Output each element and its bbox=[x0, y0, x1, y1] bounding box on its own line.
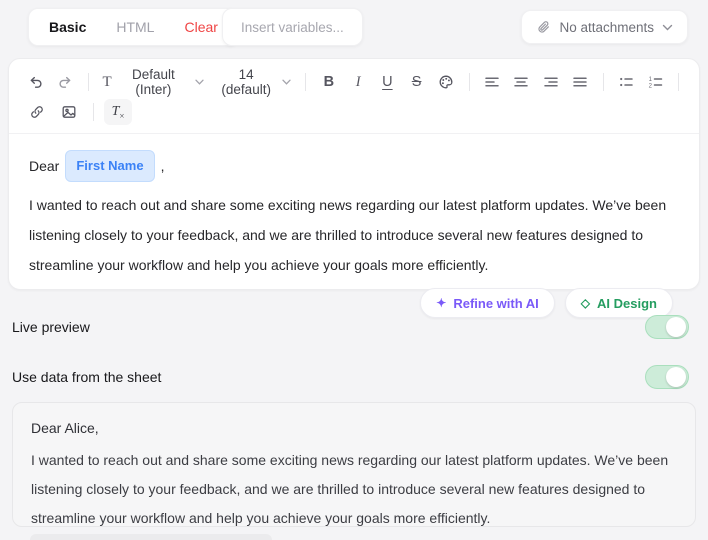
email-editor-panel: T Default (Inter) 14 (default) B I U S 1… bbox=[8, 58, 700, 318]
font-family-value: Default (Inter) bbox=[132, 67, 175, 97]
chevron-down-icon bbox=[662, 24, 673, 31]
toolbar-divider bbox=[305, 73, 307, 91]
clear-formatting-icon: T× bbox=[111, 103, 125, 121]
toolbar-divider bbox=[602, 73, 604, 91]
link-button[interactable] bbox=[23, 99, 51, 125]
underline-button[interactable]: U bbox=[375, 69, 400, 95]
preview-panel: Dear Alice, I wanted to reach out and sh… bbox=[12, 402, 696, 527]
link-icon bbox=[29, 104, 45, 120]
undo-button[interactable] bbox=[23, 69, 48, 95]
use-sheet-data-row: Use data from the sheet bbox=[12, 363, 689, 391]
live-preview-row: Live preview bbox=[12, 313, 689, 341]
bold-icon: B bbox=[323, 74, 335, 90]
paperclip-icon bbox=[536, 20, 551, 35]
insert-variables-placeholder: Insert variables... bbox=[241, 19, 344, 35]
editor-body-text[interactable]: I wanted to reach out and share some exc… bbox=[29, 190, 679, 280]
attachments-dropdown[interactable]: No attachments bbox=[521, 10, 688, 44]
chevron-down-icon bbox=[282, 79, 291, 85]
diamond-icon: ◇ bbox=[580, 296, 591, 310]
editor-content[interactable]: Dear First Name , I wanted to reach out … bbox=[9, 134, 699, 318]
formatting-toolbar: T Default (Inter) 14 (default) B I U S 1… bbox=[9, 59, 699, 134]
align-left-icon bbox=[484, 75, 500, 89]
numbered-list-icon: 12 bbox=[647, 75, 663, 89]
svg-text:1: 1 bbox=[649, 77, 653, 83]
redo-button[interactable] bbox=[52, 69, 77, 95]
redo-icon bbox=[57, 74, 73, 90]
toggle-knob bbox=[666, 367, 686, 387]
preview-salutation: Dear Alice, bbox=[31, 420, 99, 436]
strikethrough-button[interactable]: S bbox=[404, 69, 429, 95]
attachments-label: No attachments bbox=[559, 19, 654, 35]
svg-text:2: 2 bbox=[649, 84, 653, 89]
font-size-select[interactable]: 14 (default) bbox=[212, 67, 295, 97]
tab-clear[interactable]: Clear bbox=[184, 19, 217, 35]
live-preview-label: Live preview bbox=[12, 319, 90, 335]
font-family-select[interactable]: T Default (Inter) bbox=[99, 67, 209, 97]
insert-variables-field[interactable]: Insert variables... bbox=[222, 8, 363, 46]
preview-body-text: I wanted to reach out and share some exc… bbox=[31, 452, 669, 526]
toolbar-divider bbox=[93, 103, 94, 121]
toolbar-divider bbox=[678, 73, 679, 91]
ai-design-label: AI Design bbox=[597, 295, 657, 311]
clear-formatting-button[interactable]: T× bbox=[104, 99, 132, 125]
align-center-icon bbox=[513, 75, 529, 89]
align-right-icon bbox=[543, 75, 559, 89]
italic-icon: I bbox=[355, 73, 361, 90]
toolbar-divider bbox=[468, 73, 470, 91]
align-left-button[interactable] bbox=[480, 69, 505, 95]
live-preview-toggle[interactable] bbox=[645, 315, 689, 339]
bullet-list-button[interactable] bbox=[614, 69, 639, 95]
editor-mode-tabs: Basic HTML Clear bbox=[28, 8, 239, 46]
text-style-icon: T bbox=[102, 73, 112, 90]
align-center-button[interactable] bbox=[509, 69, 534, 95]
italic-button[interactable]: I bbox=[346, 69, 371, 95]
numbered-list-button[interactable]: 12 bbox=[643, 69, 668, 95]
salutation-prefix: Dear bbox=[29, 158, 60, 174]
tab-basic[interactable]: Basic bbox=[49, 19, 86, 35]
font-size-value: 14 (default) bbox=[221, 67, 271, 97]
use-sheet-data-label: Use data from the sheet bbox=[12, 369, 162, 385]
bullet-list-icon bbox=[618, 75, 634, 89]
tab-html[interactable]: HTML bbox=[116, 19, 154, 35]
palette-icon bbox=[438, 74, 454, 90]
strikethrough-icon: S bbox=[411, 74, 422, 90]
toolbar-divider bbox=[87, 73, 89, 91]
salutation-line: Dear First Name , bbox=[29, 150, 679, 182]
toggle-knob bbox=[666, 317, 686, 337]
align-right-button[interactable] bbox=[538, 69, 563, 95]
undo-icon bbox=[28, 74, 44, 90]
image-button[interactable] bbox=[55, 99, 83, 125]
refine-with-ai-label: Refine with AI bbox=[453, 295, 539, 311]
chevron-down-icon bbox=[195, 79, 204, 85]
salutation-suffix: , bbox=[160, 158, 165, 174]
underline-icon: U bbox=[382, 74, 393, 90]
align-justify-button[interactable] bbox=[567, 69, 592, 95]
sparkle-icon: ✦ bbox=[436, 296, 447, 310]
image-icon bbox=[61, 104, 77, 120]
text-color-button[interactable] bbox=[433, 69, 458, 95]
use-sheet-data-toggle[interactable] bbox=[645, 365, 689, 389]
bold-button[interactable]: B bbox=[316, 69, 341, 95]
variable-chip-first-name[interactable]: First Name bbox=[65, 150, 155, 182]
align-justify-icon bbox=[572, 75, 588, 89]
cutoff-element bbox=[30, 534, 272, 540]
